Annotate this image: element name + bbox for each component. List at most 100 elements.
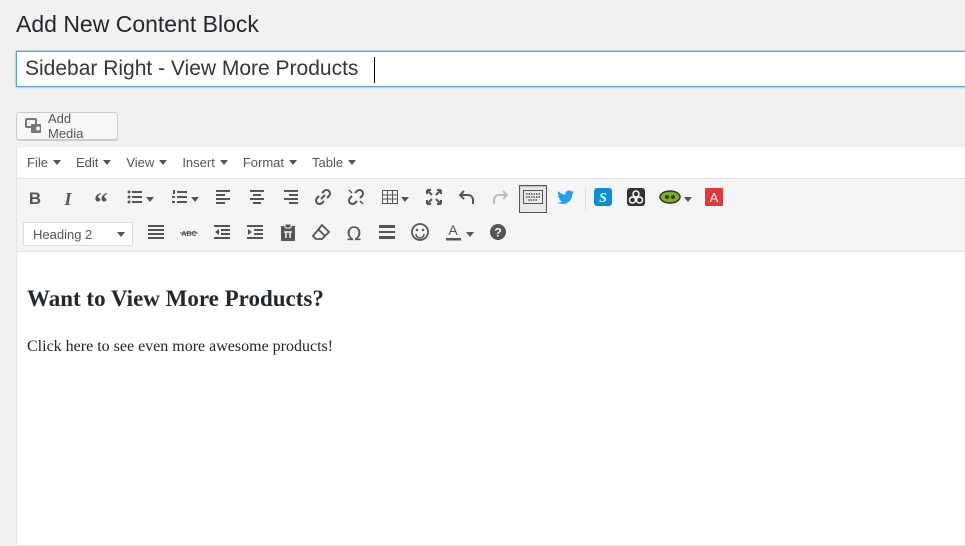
- smiley-icon: [411, 222, 429, 246]
- text-color-icon: A: [445, 222, 463, 246]
- omega-icon: Ω: [346, 223, 362, 245]
- menu-view-label: View: [126, 155, 155, 170]
- outdent-button[interactable]: [208, 220, 236, 248]
- chevron-down-icon: [52, 160, 61, 165]
- strikethrough-icon: ABC: [180, 225, 198, 243]
- table-icon: [381, 189, 398, 209]
- align-left-button[interactable]: [210, 185, 238, 213]
- indent-icon: [247, 224, 263, 244]
- align-center-button[interactable]: [243, 185, 271, 213]
- special-character-button[interactable]: Ω: [340, 220, 368, 248]
- menu-format-label: Format: [242, 155, 284, 170]
- shortcode-button[interactable]: [622, 185, 650, 213]
- fullscreen-icon: [426, 188, 442, 210]
- unlink-icon: [347, 188, 365, 211]
- editor-menubar: File Edit View Insert Format Table: [17, 147, 965, 179]
- redo-button[interactable]: [486, 185, 514, 213]
- keyboard-icon: [523, 189, 543, 209]
- help-icon: ?: [490, 223, 506, 245]
- numbered-list-icon: [171, 189, 188, 209]
- paste-text-icon: [280, 223, 296, 246]
- paste-text-button[interactable]: [274, 220, 302, 248]
- justify-button[interactable]: [142, 220, 170, 248]
- numbered-list-button[interactable]: [165, 185, 205, 213]
- italic-icon: I: [64, 188, 72, 209]
- chevron-down-icon: [219, 160, 228, 165]
- chevron-down-icon: [145, 196, 154, 202]
- outdent-icon: [214, 224, 230, 244]
- bold-button[interactable]: B: [21, 185, 49, 213]
- editor-content[interactable]: Want to View More Products? Click here t…: [17, 252, 965, 390]
- align-center-icon: [249, 189, 265, 209]
- menu-file-label: File: [27, 155, 48, 170]
- twitter-button[interactable]: [552, 185, 580, 213]
- editor-toolbar: B I “ S A Heading 2 ABC Ω A ?: [17, 179, 965, 252]
- chevron-down-icon: [289, 160, 297, 165]
- link-icon: [314, 188, 332, 211]
- bullet-list-button[interactable]: [120, 185, 160, 213]
- chevron-down-icon: [400, 196, 409, 202]
- shortcode-icon: [627, 187, 645, 211]
- svg-text:ABC: ABC: [181, 231, 196, 238]
- s-plugin-button[interactable]: S: [589, 185, 617, 213]
- menu-edit[interactable]: Edit: [68, 147, 118, 178]
- emoticon-button[interactable]: [406, 220, 434, 248]
- table-button[interactable]: [375, 185, 415, 213]
- toolbar-row-2: Heading 2 ABC Ω A ?: [21, 217, 517, 251]
- acrobat-button[interactable]: A: [700, 185, 728, 213]
- rocket-icon: [658, 189, 681, 210]
- add-media-label: Add Media: [48, 111, 84, 141]
- acrobat-icon: A: [705, 187, 723, 211]
- undo-button[interactable]: [453, 185, 481, 213]
- chevron-down-icon: [117, 231, 125, 237]
- eraser-icon: [311, 223, 331, 245]
- chevron-down-icon: [465, 231, 474, 237]
- toolbar-toggle-button[interactable]: [519, 185, 547, 213]
- s-plugin-icon: S: [594, 187, 612, 211]
- content-heading: Want to View More Products?: [27, 286, 324, 311]
- menu-insert-label: Insert: [182, 155, 215, 170]
- page-title: Add New Content Block: [16, 11, 259, 37]
- menu-edit-label: Edit: [75, 155, 99, 170]
- align-right-button[interactable]: [276, 185, 304, 213]
- media-icon: [25, 118, 43, 134]
- fullscreen-button[interactable]: [420, 185, 448, 213]
- chevron-down-icon: [348, 160, 357, 165]
- svg-text:S: S: [599, 191, 607, 206]
- format-select-value: Heading 2: [33, 226, 93, 242]
- unlink-button[interactable]: [342, 185, 370, 213]
- chevron-down-icon: [190, 196, 199, 202]
- menu-view[interactable]: View: [118, 147, 174, 178]
- strikethrough-button[interactable]: ABC: [175, 220, 203, 248]
- menu-table[interactable]: Table: [304, 147, 363, 178]
- chevron-down-icon: [159, 160, 168, 165]
- svg-text:A: A: [448, 223, 458, 238]
- twitter-icon: [557, 189, 575, 210]
- format-select[interactable]: Heading 2: [23, 222, 133, 246]
- align-left-icon: [216, 189, 232, 209]
- horizontal-line-button[interactable]: [373, 220, 401, 248]
- italic-button[interactable]: I: [54, 185, 82, 213]
- menu-file[interactable]: File: [19, 147, 68, 178]
- chevron-down-icon: [103, 160, 112, 165]
- rocket-plugin-button[interactable]: [655, 185, 695, 213]
- indent-button[interactable]: [241, 220, 269, 248]
- horizontal-line-icon: [379, 224, 395, 244]
- text-color-button[interactable]: A: [439, 220, 479, 248]
- bold-icon: B: [28, 189, 42, 208]
- title-input[interactable]: [16, 51, 965, 87]
- toolbar-row-1: B I “ S A: [21, 182, 733, 218]
- clear-formatting-button[interactable]: [307, 220, 335, 248]
- redo-icon: [492, 189, 509, 210]
- blockquote-button[interactable]: “: [87, 185, 115, 218]
- justify-icon: [148, 224, 164, 244]
- menu-format[interactable]: Format: [235, 147, 304, 178]
- add-media-button[interactable]: Add Media: [16, 111, 118, 141]
- help-button[interactable]: ?: [484, 220, 512, 248]
- undo-icon: [458, 189, 475, 210]
- menu-table-label: Table: [312, 155, 344, 170]
- link-button[interactable]: [309, 185, 337, 213]
- menu-insert[interactable]: Insert: [174, 147, 235, 178]
- content-paragraph: Click here to see even more awesome prod…: [27, 338, 334, 355]
- text-cursor: [374, 57, 375, 83]
